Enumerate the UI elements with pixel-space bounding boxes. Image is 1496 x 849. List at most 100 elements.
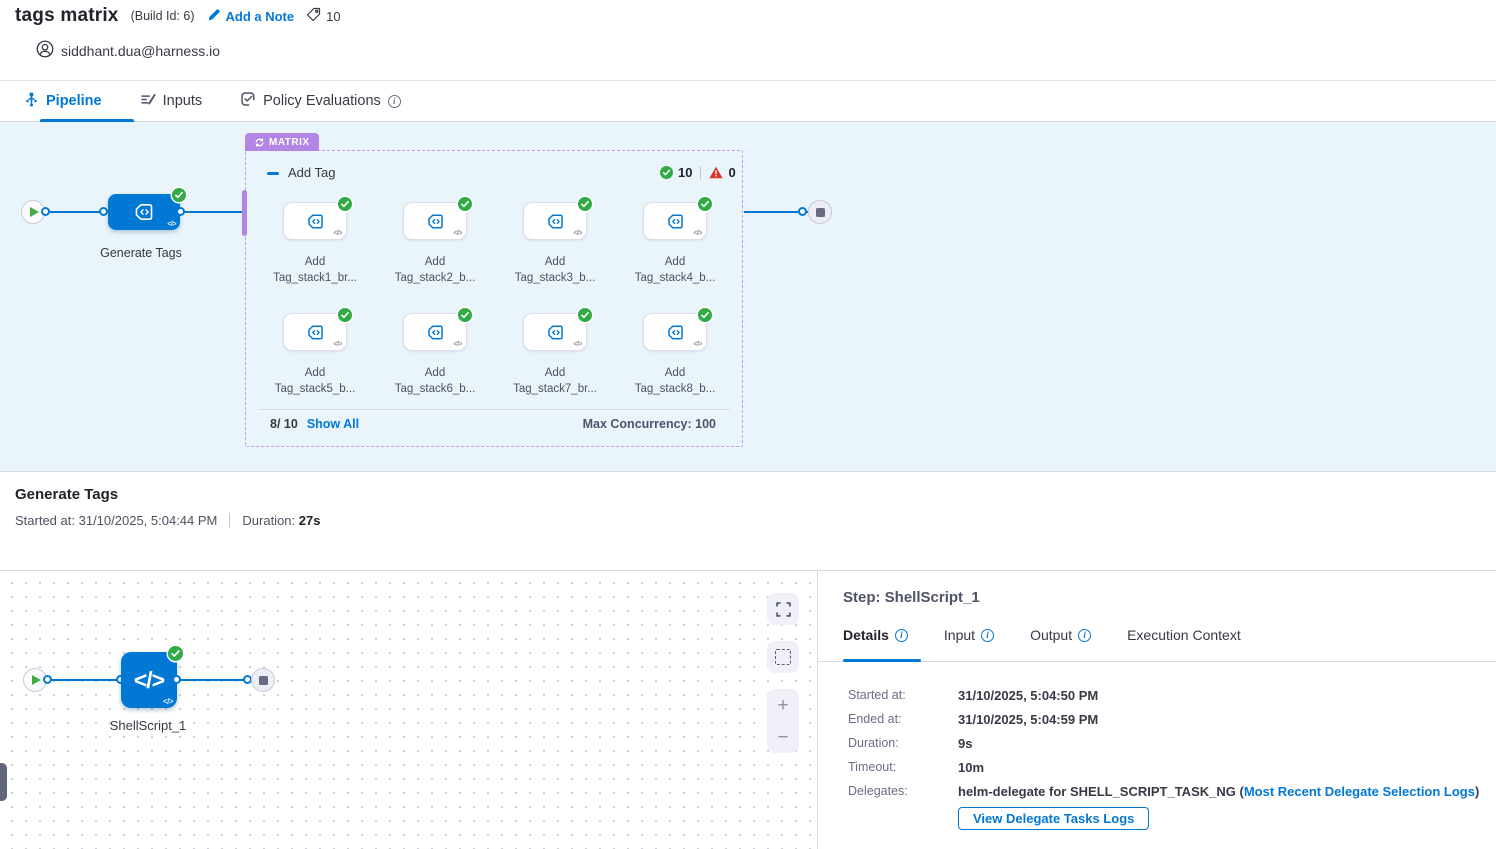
active-panel-tab-underline <box>843 659 921 662</box>
stage-node-generate-tags[interactable]: </> <box>108 194 180 230</box>
success-badge-icon <box>168 646 183 661</box>
code-glyph: </> <box>693 341 702 348</box>
tag-icon <box>306 7 321 25</box>
stage-info-section: Generate Tags Started at: 31/10/2025, 5:… <box>0 473 1496 570</box>
success-badge-icon <box>698 197 712 211</box>
matrix-step-label-6: AddTag_stack6_b... <box>370 365 500 397</box>
tab-input[interactable]: Input i <box>944 627 994 655</box>
detail-label: Delegates: <box>848 784 958 799</box>
marquee-icon <box>775 649 791 665</box>
view-delegate-logs-button[interactable]: View Delegate Tasks Logs <box>958 807 1149 830</box>
tag-step-icon <box>132 200 156 224</box>
tab-details[interactable]: Details i <box>843 627 908 655</box>
stage-started-at: Started at: 31/10/2025, 5:04:44 PM <box>15 513 217 528</box>
trigger-user: siddhant.dua@harness.io <box>36 40 220 61</box>
output-info-icon[interactable]: i <box>1078 629 1091 642</box>
show-all-link[interactable]: Show All <box>307 417 359 431</box>
step-node-shellscript[interactable]: </> </> <box>121 652 177 708</box>
input-info-icon[interactable]: i <box>981 629 994 642</box>
step-graph-canvas[interactable]: </> </> ShellScript_1 + − <box>0 571 818 849</box>
port-ring <box>43 675 52 684</box>
detail-value: 31/10/2025, 5:04:50 PM <box>958 688 1479 703</box>
tab-inputs[interactable]: Inputs <box>140 81 203 121</box>
success-badge-icon <box>172 188 186 202</box>
matrix-badge: MATRIX <box>245 133 319 151</box>
build-id: (Build Id: 6) <box>131 9 195 23</box>
collapse-matrix-button[interactable] <box>267 172 279 175</box>
detail-label: Started at: <box>848 688 958 703</box>
policy-info-icon[interactable]: i <box>388 95 401 108</box>
error-count-icon <box>709 166 723 179</box>
matrix-step-node-4[interactable]: </> <box>643 202 707 240</box>
matrix-step-node-5[interactable]: </> <box>283 313 347 351</box>
matrix-link-port <box>242 190 247 236</box>
matrix-step-label-1: AddTag_stack1_br... <box>250 254 380 286</box>
code-glyph: </> <box>453 341 462 348</box>
matrix-step-label-3: AddTag_stack3_b... <box>490 254 620 286</box>
tag-step-icon <box>425 211 446 232</box>
code-glyph: </> <box>573 230 582 237</box>
edge-start-to-step <box>47 679 121 681</box>
add-note-button[interactable]: Add a Note <box>207 8 295 25</box>
fit-to-screen-button[interactable] <box>767 593 799 625</box>
matrix-step-node-3[interactable]: </> <box>523 202 587 240</box>
zoom-in-button[interactable]: + <box>777 696 788 715</box>
stage-node-label: Generate Tags <box>81 246 201 260</box>
port-ring <box>41 207 50 216</box>
matrix-shown-count: 8/ 10 <box>270 417 298 431</box>
success-count-icon <box>660 166 673 179</box>
step-detail-panel: Step: ShellScript_1 Details i Input i Ou… <box>818 571 1496 849</box>
matrix-step-node-8[interactable]: </> <box>643 313 707 351</box>
matrix-step-label-5: AddTag_stack5_b... <box>250 365 380 397</box>
code-glyph: </> <box>163 697 173 706</box>
error-count: 0 <box>728 165 735 180</box>
detail-label: Ended at: <box>848 712 958 727</box>
tag-step-icon <box>665 322 686 343</box>
detail-value: 31/10/2025, 5:04:59 PM <box>958 712 1479 727</box>
user-avatar-icon <box>36 40 54 61</box>
zoom-control: + − <box>767 689 799 753</box>
tag-step-icon <box>545 211 566 232</box>
success-badge-icon <box>578 197 592 211</box>
edge-stage-to-matrix <box>180 211 245 213</box>
code-glyph: </> <box>333 341 342 348</box>
tab-execution-context[interactable]: Execution Context <box>1127 627 1241 655</box>
matrix-step-node-2[interactable]: </> <box>403 202 467 240</box>
matrix-step-node-6[interactable]: </> <box>403 313 467 351</box>
step-end-node[interactable] <box>251 668 275 692</box>
matrix-step-node-7[interactable]: </> <box>523 313 587 351</box>
stop-icon <box>816 208 825 217</box>
page-title: tags matrix <box>15 5 119 27</box>
app-root: tags matrix (Build Id: 6) Add a Note 10 … <box>0 0 1496 848</box>
inputs-icon <box>140 92 156 111</box>
matrix-step-label-8: AddTag_stack8_b... <box>610 365 740 397</box>
marquee-select-button[interactable] <box>767 641 799 673</box>
details-info-icon[interactable]: i <box>895 629 908 642</box>
matrix-step-node-1[interactable]: </> <box>283 202 347 240</box>
tag-step-icon <box>425 322 446 343</box>
divider <box>229 513 230 528</box>
pipeline-end-node[interactable] <box>808 200 832 224</box>
matrix-step-label-7: AddTag_stack7_br... <box>490 365 620 397</box>
divider <box>700 166 701 180</box>
tab-pipeline[interactable]: Pipeline <box>24 81 102 121</box>
code-glyph: </> <box>167 221 176 228</box>
pencil-icon <box>207 8 221 25</box>
log-drawer-handle[interactable] <box>0 763 7 801</box>
edge-step-to-end <box>177 679 251 681</box>
detail-value: 10m <box>958 760 1479 775</box>
delegate-selection-logs-link[interactable]: Most Recent Delegate Selection Logs <box>1244 784 1475 799</box>
port-ring <box>798 207 807 216</box>
matrix-group-box <box>245 150 743 447</box>
tab-policy-evaluations[interactable]: Policy Evaluations i <box>240 81 401 121</box>
matrix-group-label: Add Tag <box>288 165 335 180</box>
zoom-out-button[interactable]: − <box>777 728 788 747</box>
matrix-step-label-2: AddTag_stack2_b... <box>370 254 500 286</box>
tab-output[interactable]: Output i <box>1030 627 1091 655</box>
play-icon <box>30 207 39 217</box>
stage-info-title: Generate Tags <box>15 486 118 503</box>
expand-icon <box>775 601 792 618</box>
detail-label: Timeout: <box>848 760 958 775</box>
detail-value: 9s <box>958 736 1479 751</box>
success-badge-icon <box>338 308 352 322</box>
